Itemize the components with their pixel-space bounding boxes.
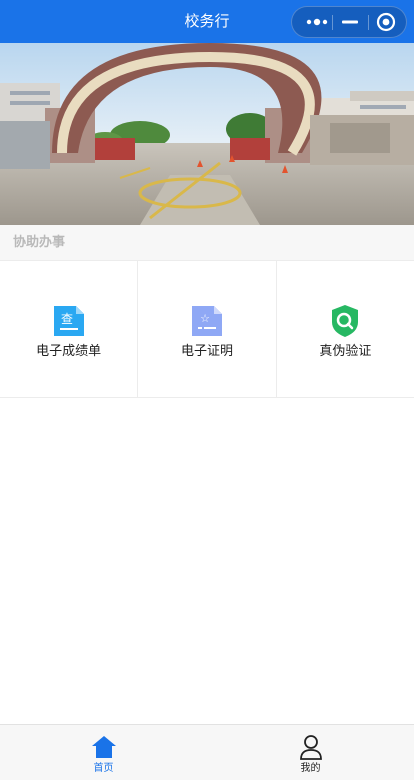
service-label: 电子成绩单 [36,344,102,359]
bottom-tab-bar: 首页 我的 [0,724,414,780]
certificate-icon: ☆ [191,306,222,336]
banner-image [0,43,414,225]
svg-text:☆: ☆ [200,312,210,325]
mini-program-capsule [291,6,407,38]
more-button[interactable] [298,7,336,37]
section-title: 协助办事 [13,235,66,250]
close-button[interactable] [368,7,404,37]
svg-text:查: 查 [61,312,73,326]
capsule-divider [332,15,333,30]
service-verify[interactable]: 真伪验证 [277,261,414,397]
transcript-icon: 查 [53,306,84,336]
home-icon [91,736,116,758]
user-icon [299,735,322,760]
service-label: 电子证明 [180,344,233,359]
service-transcript[interactable]: 查 电子成绩单 [0,261,139,397]
minimize-icon [342,20,358,24]
service-certificate[interactable]: ☆ 电子证明 [138,261,277,397]
minimize-button[interactable] [334,7,366,37]
more-dots-icon [306,18,328,26]
service-label: 真伪验证 [319,344,372,359]
tab-label: 首页 [93,763,114,774]
app-root: 校务行 协助办事 查 电子成绩单 ☆ 电子证明 真伪验证 首页 我的 [0,0,414,780]
section-header: 协助办事 [0,225,414,260]
tab-label: 我的 [300,763,321,774]
top-navigation-bar: 校务行 [0,0,414,43]
service-grid: 查 电子成绩单 ☆ 电子证明 真伪验证 [0,260,414,398]
tab-mine[interactable]: 我的 [207,725,414,780]
verify-shield-icon [332,305,359,337]
target-close-icon [376,12,396,32]
tab-home[interactable]: 首页 [0,725,207,780]
campus-gate-photo [0,43,414,225]
